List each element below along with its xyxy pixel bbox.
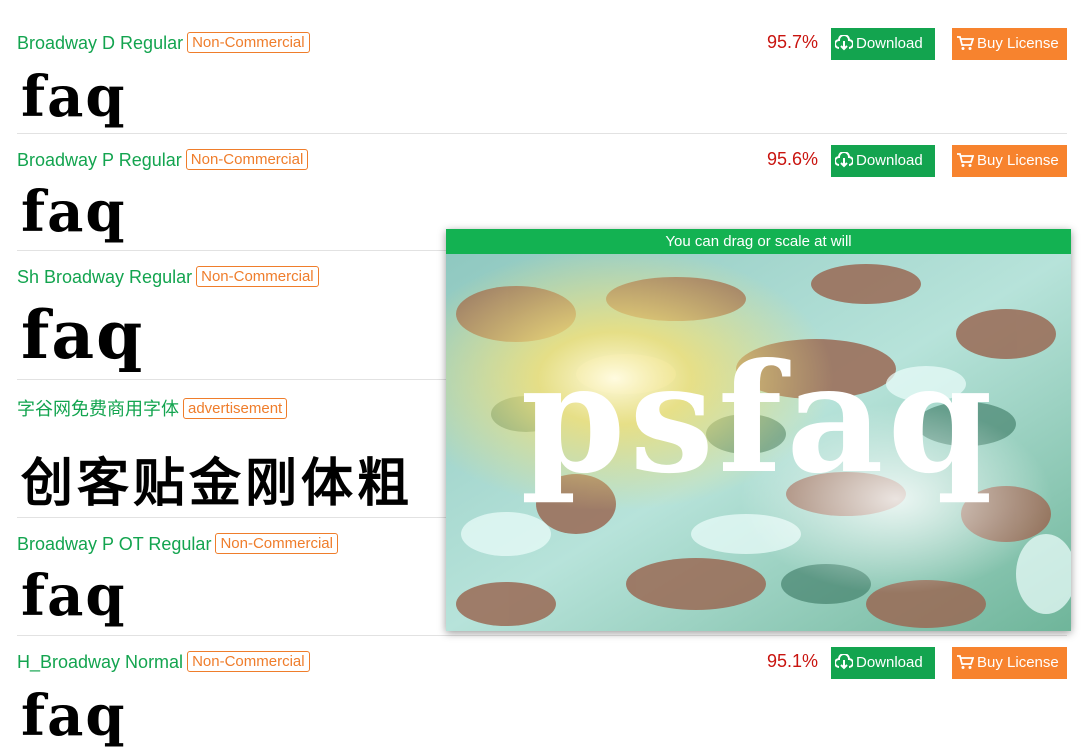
font-sample: faq (21, 179, 127, 245)
font-sample: faq (21, 683, 127, 749)
font-name[interactable]: H_Broadway Normal (17, 652, 183, 672)
cart-icon (957, 36, 975, 50)
download-button[interactable]: Download (831, 647, 935, 679)
font-sample: 创客贴金刚体粗 (21, 454, 414, 514)
font-sample: faq (21, 64, 127, 130)
font-name[interactable]: Broadway P OT Regular (17, 534, 211, 554)
ad-badge: advertisement (183, 398, 288, 419)
download-button[interactable]: Download (831, 145, 935, 177)
preview-viewer[interactable]: You can drag or scale at will psfaq (446, 229, 1071, 631)
cloud-download-icon (834, 34, 854, 51)
buy-license-button[interactable]: Buy License (952, 647, 1067, 679)
preview-text: psfaq (520, 331, 997, 507)
font-sample: faq (21, 296, 145, 374)
font-name[interactable]: Sh Broadway Regular (17, 267, 192, 287)
font-name[interactable]: 字谷网免费商用字体 (17, 399, 179, 419)
cloud-download-icon (834, 653, 854, 670)
font-name-link[interactable]: 字谷网免费商用字体 advertisement (17, 395, 288, 421)
license-badge: Non-Commercial (196, 266, 319, 287)
cart-icon (957, 153, 975, 167)
cloud-download-icon (834, 151, 854, 168)
font-name-link[interactable]: Broadway P OT Regular Non-Commercial (17, 533, 338, 555)
font-name[interactable]: Broadway D Regular (17, 33, 183, 53)
font-row: Broadway D Regular Non-Commercial 95.7% D… (17, 20, 1067, 134)
buy-license-button[interactable]: Buy License (952, 28, 1067, 60)
font-sample: faq (21, 563, 127, 629)
license-badge: Non-Commercial (215, 533, 338, 554)
font-name-link[interactable]: H_Broadway Normal Non-Commercial (17, 651, 310, 673)
font-name-link[interactable]: Sh Broadway Regular Non-Commercial (17, 266, 319, 288)
buy-license-button[interactable]: Buy License (952, 145, 1067, 177)
download-button[interactable]: Download (831, 28, 935, 60)
font-name-link[interactable]: Broadway D Regular Non-Commercial (17, 32, 310, 54)
viewer-drag-bar[interactable]: You can drag or scale at will (446, 229, 1071, 254)
cart-icon (957, 655, 975, 669)
match-score: 95.7% (767, 32, 819, 52)
license-badge: Non-Commercial (187, 32, 310, 53)
license-badge: Non-Commercial (185, 149, 309, 170)
match-score: 95.1% (767, 651, 819, 671)
license-badge: Non-Commercial (187, 651, 310, 672)
match-score: 95.6% (767, 149, 819, 169)
font-row: H_Broadway Normal Non-Commercial 95.1% Do… (17, 635, 1067, 749)
font-name[interactable]: Broadway P Regular (17, 150, 182, 170)
font-name-link[interactable]: Broadway P Regular Non-Commercial (17, 149, 309, 171)
